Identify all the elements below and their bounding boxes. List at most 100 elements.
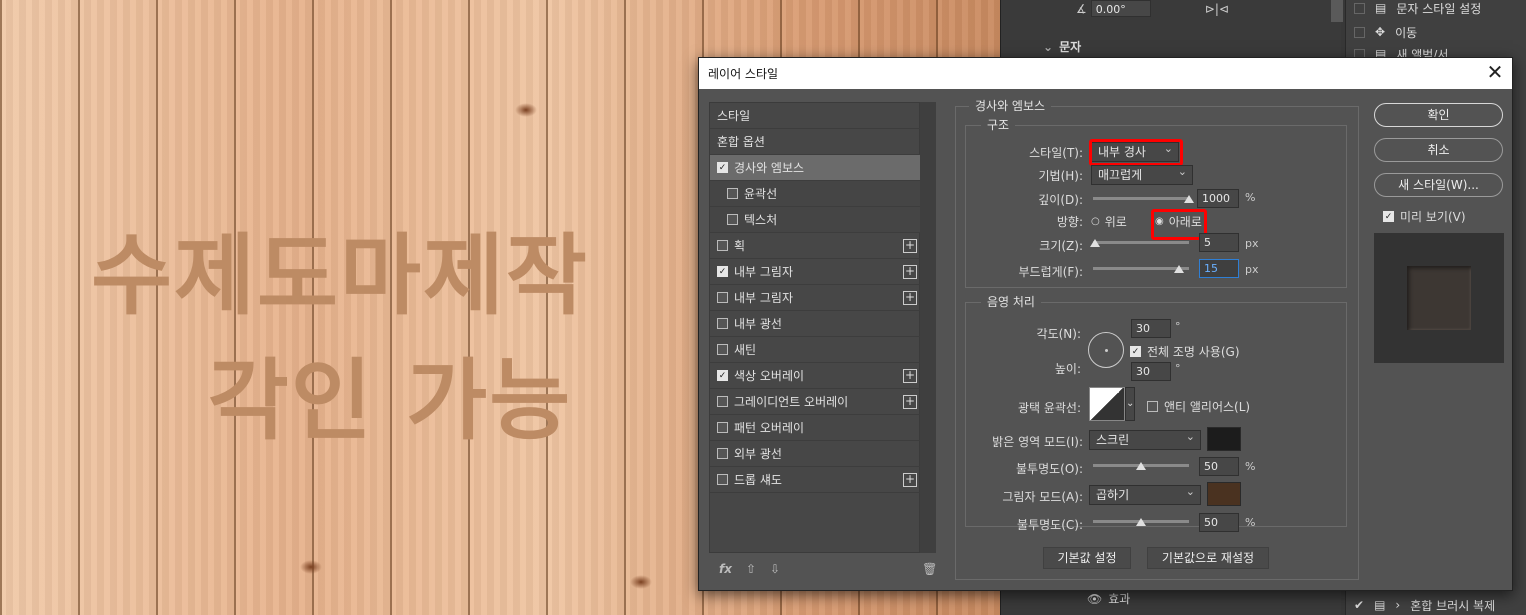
direction-up-option[interactable]: ○ 위로 — [1091, 213, 1127, 230]
add-icon[interactable]: + — [903, 395, 917, 409]
checkbox-icon[interactable] — [717, 240, 728, 251]
style-list-item[interactable]: ✓ 내부 그림자 + — [710, 259, 921, 285]
checkbox-icon[interactable] — [717, 318, 728, 329]
checkbox-icon[interactable] — [727, 214, 738, 225]
preview-checkbox[interactable]: ✓ 미리 보기(V) — [1383, 208, 1466, 225]
style-list-item[interactable]: 혼합 옵션 — [710, 129, 921, 155]
style-list-item[interactable]: 획 + — [710, 233, 921, 259]
style-list-item[interactable]: 드롭 섀도 + — [710, 467, 921, 493]
reset-default-button[interactable]: 기본값으로 재설정 — [1147, 547, 1269, 569]
shadow-color-swatch[interactable] — [1207, 482, 1241, 506]
checkbox-icon[interactable] — [727, 188, 738, 199]
highlight-color-swatch[interactable] — [1207, 427, 1241, 451]
angle-field[interactable]: 0.00° — [1090, 0, 1151, 17]
structure-label: 구조 — [981, 116, 1016, 133]
history-item[interactable]: ✔ ▤ › 혼합 브러시 복제 — [1354, 595, 1495, 615]
style-list-item[interactable]: 그레이디언트 오버레이 + — [710, 389, 921, 415]
style-list-item[interactable]: ✓ 경사와 엠보스 — [710, 155, 921, 181]
fx-icon[interactable]: fx — [719, 562, 732, 576]
add-icon[interactable]: + — [903, 369, 917, 383]
global-light-checkbox[interactable]: ✓ 전체 조명 사용(G) — [1130, 343, 1240, 360]
cancel-button[interactable]: 취소 — [1374, 138, 1503, 162]
move-down-icon[interactable]: ⇩ — [770, 562, 780, 576]
angle-wheel[interactable] — [1088, 332, 1124, 368]
checkbox-icon[interactable] — [717, 422, 728, 433]
shadow-opacity-thumb[interactable] — [1136, 518, 1146, 526]
scrollbar[interactable] — [1331, 0, 1343, 22]
style-list-label: 패턴 오버레이 — [734, 421, 805, 435]
size-slider-thumb[interactable] — [1089, 239, 1100, 247]
style-list-item[interactable]: 윤곽선 — [710, 181, 921, 207]
style-list-item[interactable]: 텍스처 — [710, 207, 921, 233]
check-icon[interactable]: ✓ — [1130, 346, 1141, 357]
size-field[interactable]: 5 — [1199, 233, 1239, 252]
shading-label: 음영 처리 — [981, 293, 1041, 310]
soften-unit: px — [1245, 263, 1259, 276]
size-label: 크기(Z): — [1039, 239, 1083, 253]
angle-field[interactable]: 30 — [1131, 319, 1171, 338]
soften-slider-thumb[interactable] — [1174, 265, 1185, 273]
depth-field[interactable]: 1000 — [1197, 189, 1239, 208]
style-list-item[interactable]: 패턴 오버레이 — [710, 415, 921, 441]
style-list-item[interactable]: 내부 광선 — [710, 311, 921, 337]
dialog-titlebar[interactable]: 레이어 스타일 ✕ — [699, 58, 1512, 89]
new-style-button[interactable]: 새 스타일(W)... — [1374, 173, 1503, 197]
make-default-button[interactable]: 기본값 설정 — [1043, 547, 1131, 569]
checkbox-icon[interactable] — [717, 292, 728, 303]
depth-slider[interactable] — [1093, 197, 1189, 200]
style-list-item[interactable]: 내부 그림자 + — [710, 285, 921, 311]
history-item[interactable]: ▤ 문자 스타일 설정 — [1354, 0, 1481, 18]
shadow-opacity-field[interactable]: 50 — [1199, 513, 1239, 532]
style-list-item[interactable]: ✓ 색상 오버레이 + — [710, 363, 921, 389]
direction-label: 방향: — [1056, 215, 1083, 229]
style-list-item[interactable]: 스타일 — [710, 103, 921, 129]
highlight-opacity-thumb[interactable] — [1136, 462, 1146, 470]
checkbox-icon[interactable] — [1147, 401, 1158, 412]
fx-toolbar: fx ⇧ ⇩ 🗑 — [709, 553, 937, 585]
check-icon[interactable]: ✓ — [1383, 211, 1394, 222]
depth-slider-thumb[interactable] — [1184, 195, 1194, 203]
history-item[interactable]: ✥ 이동 — [1354, 22, 1417, 42]
gloss-contour-swatch[interactable] — [1089, 387, 1125, 421]
check-icon[interactable]: ✓ — [717, 162, 728, 173]
add-icon[interactable]: + — [903, 473, 917, 487]
shadow-mode-dropdown[interactable]: 곱하기 — [1089, 483, 1201, 505]
shadow-opacity-label: 불투명도(C): — [1017, 518, 1083, 532]
style-list-item[interactable]: 새틴 — [710, 337, 921, 363]
chevron-down-icon[interactable]: ⌄ — [1125, 387, 1135, 421]
soften-field[interactable]: 15 — [1199, 259, 1239, 278]
antialias-checkbox[interactable]: 앤티 앨리어스(L) — [1147, 398, 1250, 415]
flip-icon[interactable]: ⊳|⊲ — [1205, 2, 1229, 16]
eye-icon[interactable]: 👁 — [1087, 592, 1102, 606]
style-list-label: 내부 그림자 — [734, 291, 794, 305]
style-list-item[interactable]: 외부 광선 — [710, 441, 921, 467]
highlight-mode-dropdown[interactable]: 스크린 — [1089, 428, 1201, 450]
style-list-scrollbar[interactable] — [920, 102, 936, 553]
altitude-field[interactable]: 30 — [1131, 362, 1171, 381]
style-list-label: 경사와 엠보스 — [734, 161, 805, 175]
close-icon[interactable]: ✕ — [1484, 62, 1506, 84]
check-icon[interactable]: ✓ — [717, 370, 728, 381]
add-icon[interactable]: + — [903, 239, 917, 253]
add-icon[interactable]: + — [903, 265, 917, 279]
checkbox-icon[interactable] — [717, 344, 728, 355]
add-icon[interactable]: + — [903, 291, 917, 305]
ok-button[interactable]: 확인 — [1374, 103, 1503, 127]
trash-icon[interactable]: 🗑 — [922, 562, 937, 576]
move-up-icon[interactable]: ⇧ — [746, 562, 756, 576]
checkbox-icon[interactable] — [717, 448, 728, 459]
style-list: 스타일 혼합 옵션 ✓ 경사와 엠보스 윤곽선 텍스처 획 + ✓ 내부 그림자 + 내부 그림자 + 내… — [709, 102, 921, 553]
checkbox-icon[interactable] — [717, 396, 728, 407]
style-list-label: 스타일 — [717, 109, 751, 123]
style-list-label: 외부 광선 — [734, 447, 782, 461]
size-slider[interactable] — [1093, 241, 1189, 244]
move-icon: ✥ — [1375, 25, 1386, 39]
highlight-opacity-field[interactable]: 50 — [1199, 457, 1239, 476]
radio-icon[interactable]: ○ — [1091, 216, 1100, 227]
angle-degree: ° — [1175, 320, 1181, 333]
checkbox-icon[interactable] — [717, 474, 728, 485]
highlight-box — [1089, 139, 1183, 166]
check-icon[interactable]: ✓ — [717, 266, 728, 277]
chevron-down-icon[interactable]: ⌄ — [1043, 40, 1053, 54]
technique-dropdown[interactable]: 매끄럽게 — [1091, 163, 1193, 185]
